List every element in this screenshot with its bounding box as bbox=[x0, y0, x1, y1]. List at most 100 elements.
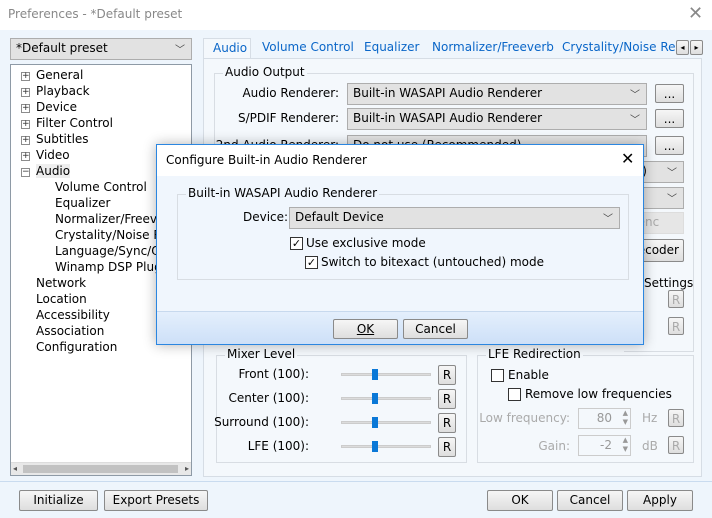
tab-volume-control[interactable]: Volume Control bbox=[262, 38, 354, 59]
group-title: Audio Output bbox=[223, 65, 307, 79]
group-title: Settings bbox=[644, 276, 694, 290]
tree-item[interactable]: Association bbox=[36, 324, 104, 338]
channel-reset-button[interactable]: R bbox=[438, 437, 456, 457]
spin-arrows-icon: ▲ ▼ bbox=[622, 409, 628, 426]
audio-renderer-label: Audio Renderer: bbox=[242, 86, 339, 100]
tree-item[interactable]: Network bbox=[36, 276, 86, 290]
spinner-value: 80 bbox=[596, 411, 612, 425]
expand-icon[interactable]: + bbox=[21, 120, 30, 129]
second-renderer-config-button[interactable]: ... bbox=[655, 136, 684, 155]
remove-low-frequencies-label: Remove low frequencies bbox=[525, 387, 672, 401]
exclusive-mode-checkbox[interactable]: ✓ bbox=[290, 237, 303, 250]
chevron-down-icon: ﹀ bbox=[603, 214, 613, 225]
tree-item[interactable]: Accessibility bbox=[36, 308, 110, 322]
low-frequency-label: Low frequency: bbox=[479, 411, 570, 425]
slider-thumb[interactable] bbox=[372, 441, 378, 452]
low-frequency-spinner: 80 ▲ ▼ bbox=[578, 408, 631, 429]
tab-scroll-left[interactable]: ◂ bbox=[676, 40, 689, 55]
tab-audio[interactable]: Audio bbox=[203, 38, 251, 60]
bitexact-mode-label: Switch to bitexact (untouched) mode bbox=[321, 255, 545, 269]
scroll-left-icon[interactable]: ◂ bbox=[13, 464, 17, 473]
chevron-down-icon: ﹀ bbox=[667, 168, 677, 179]
lfe-enable-checkbox[interactable] bbox=[491, 369, 504, 382]
tab-equalizer[interactable]: Equalizer bbox=[364, 38, 419, 59]
slider-thumb[interactable] bbox=[372, 393, 378, 404]
tree-item[interactable]: Configuration bbox=[36, 340, 117, 354]
channel-slider[interactable] bbox=[341, 369, 431, 380]
slider-thumb[interactable] bbox=[372, 417, 378, 428]
tree-item[interactable]: Filter Control bbox=[36, 116, 113, 130]
slider-thumb[interactable] bbox=[372, 369, 378, 380]
expand-icon[interactable]: + bbox=[21, 136, 30, 145]
button-label: OK bbox=[356, 322, 375, 336]
channel-label: Center (100): bbox=[228, 391, 309, 405]
tree-item[interactable]: Audio bbox=[36, 164, 71, 178]
expand-icon[interactable]: + bbox=[21, 72, 30, 81]
preset-select[interactable]: *Default preset ﹀ bbox=[10, 38, 192, 60]
channel-reset-button[interactable]: R bbox=[438, 365, 456, 385]
expand-icon[interactable]: + bbox=[21, 152, 30, 161]
channel-slider[interactable] bbox=[341, 441, 431, 452]
exclusive-mode-label: Use exclusive mode bbox=[306, 236, 426, 250]
tab-normalizer[interactable]: Normalizer/Freeverb bbox=[432, 38, 554, 59]
bitexact-mode-checkbox[interactable]: ✓ bbox=[305, 256, 318, 269]
scroll-right-icon[interactable]: ▸ bbox=[185, 464, 189, 473]
scrollbar-thumb[interactable] bbox=[23, 465, 178, 473]
lfe-enable-label: Enable bbox=[508, 368, 549, 382]
tree-item[interactable]: Video bbox=[36, 148, 70, 162]
channel-label: Surround (100): bbox=[214, 415, 309, 429]
cancel-button[interactable]: Cancel bbox=[557, 490, 623, 511]
tree-item[interactable]: Subtitles bbox=[36, 132, 89, 146]
select-value: Default Device bbox=[295, 210, 384, 224]
channel-reset-button[interactable]: R bbox=[438, 389, 456, 409]
button-label: OK bbox=[511, 493, 529, 507]
spdif-renderer-select[interactable]: Built-in WASAPI Audio Renderer ﹀ bbox=[347, 108, 647, 130]
group-title: Mixer Level bbox=[225, 347, 298, 361]
window-title: Preferences - *Default preset bbox=[8, 7, 183, 21]
remove-low-frequencies-checkbox[interactable] bbox=[508, 388, 521, 401]
channel-slider[interactable] bbox=[341, 393, 431, 404]
chevron-down-icon: ﹀ bbox=[630, 90, 640, 101]
channel-label: Front (100): bbox=[238, 367, 309, 381]
channel-slider[interactable] bbox=[341, 417, 431, 428]
button-label: Apply bbox=[643, 493, 677, 507]
gain-unit: dB bbox=[642, 439, 658, 453]
device-select[interactable]: Default Device ﹀ bbox=[289, 207, 620, 229]
tree-item[interactable]: Volume Control bbox=[55, 180, 147, 194]
tree-item[interactable]: Location bbox=[36, 292, 87, 306]
reset-button: R bbox=[668, 409, 684, 427]
audio-renderer-config-button[interactable]: ... bbox=[655, 84, 684, 103]
spdif-renderer-label: S/PDIF Renderer: bbox=[238, 111, 339, 125]
tree-horizontal-scrollbar[interactable]: ◂ ▸ bbox=[11, 462, 191, 475]
group-title: Built-in WASAPI Audio Renderer bbox=[186, 186, 380, 200]
close-icon[interactable]: ✕ bbox=[621, 149, 634, 168]
reset-button: R bbox=[668, 436, 684, 454]
expand-icon[interactable]: + bbox=[21, 104, 30, 113]
low-frequency-unit: Hz bbox=[642, 411, 658, 425]
configure-renderer-dialog: Configure Built-in Audio Renderer ✕ Buil… bbox=[156, 144, 644, 345]
dialog-ok-button[interactable]: OK bbox=[333, 319, 398, 339]
collapse-icon[interactable]: − bbox=[21, 168, 30, 177]
button-label: Cancel bbox=[569, 493, 611, 507]
ok-button[interactable]: OK bbox=[487, 490, 553, 511]
tree-item[interactable]: General bbox=[36, 68, 83, 82]
select-value: Built-in WASAPI Audio Renderer bbox=[353, 111, 543, 125]
close-icon[interactable]: ✕ bbox=[688, 3, 703, 24]
dialog-title: Configure Built-in Audio Renderer bbox=[166, 153, 367, 167]
apply-button[interactable]: Apply bbox=[627, 490, 693, 511]
spin-arrows-icon: ▲ ▼ bbox=[622, 436, 628, 453]
tab-crystality[interactable]: Crystality/Noise Reduction bbox=[562, 38, 675, 59]
initialize-button[interactable]: Initialize bbox=[19, 490, 98, 511]
expand-icon[interactable]: + bbox=[21, 88, 30, 97]
dialog-cancel-button[interactable]: Cancel bbox=[403, 319, 468, 339]
spdif-renderer-config-button[interactable]: ... bbox=[655, 109, 684, 128]
dialog-title-bar: Configure Built-in Audio Renderer ✕ bbox=[157, 145, 643, 176]
tab-scroll-right[interactable]: ▸ bbox=[690, 40, 703, 55]
tree-item[interactable]: Playback bbox=[36, 84, 90, 98]
tree-item[interactable]: Device bbox=[36, 100, 77, 114]
button-label: Initialize bbox=[33, 493, 84, 507]
audio-renderer-select[interactable]: Built-in WASAPI Audio Renderer ﹀ bbox=[347, 83, 647, 105]
tree-item[interactable]: Equalizer bbox=[55, 196, 110, 210]
channel-reset-button[interactable]: R bbox=[438, 413, 456, 433]
export-presets-button[interactable]: Export Presets bbox=[104, 490, 208, 511]
